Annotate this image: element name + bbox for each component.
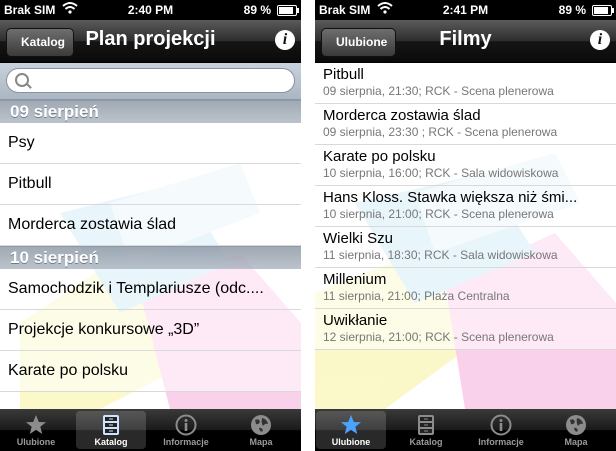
navigation-bar: Ulubione Filmy i	[315, 20, 616, 63]
list-item[interactable]: Morderca zostawia ślad	[0, 205, 301, 246]
films-container: Pitbull 09 sierpnia, 21:30; RCK - Scena p…	[315, 63, 616, 350]
search-icon	[15, 73, 29, 87]
tab-label: Ulubione	[331, 437, 371, 447]
film-title: Millenium	[323, 271, 387, 288]
tab-label: Mapa	[564, 437, 588, 447]
film-title: Pitbull	[323, 66, 364, 83]
film-row[interactable]: Karate po polsku 10 sierpnia, 16:00; RCK …	[315, 145, 616, 186]
star-icon	[340, 414, 362, 436]
tab-bar: Ulubione Katalog Informacje Mapa	[0, 409, 301, 451]
tab-mapa[interactable]: Mapa	[226, 411, 296, 449]
status-bar: Brak SIM 2:40 PM 89 %	[0, 0, 301, 20]
films-list[interactable]: Pitbull 09 sierpnia, 21:30; RCK - Scena p…	[315, 63, 616, 409]
film-row[interactable]: Wielki Szu 11 sierpnia, 18:30; RCK - Sala…	[315, 227, 616, 268]
list-item[interactable]: Projekcje konkursowe „3D”	[0, 310, 301, 351]
info-icon	[490, 414, 512, 436]
battery-fill	[279, 7, 293, 14]
search-input[interactable]	[6, 68, 295, 93]
film-details: 10 sierpnia, 16:00; RCK - Sala widowisko…	[323, 166, 559, 180]
info-icon	[175, 414, 197, 436]
schedule-list[interactable]: 09 sierpień Psy Pitbull Morderca zostawia ś…	[0, 63, 301, 409]
film-details: 11 sierpnia, 18:30; RCK - Sala widowisko…	[323, 248, 558, 262]
star-icon	[25, 414, 47, 436]
battery-percent: 89 %	[243, 3, 271, 17]
tab-ulubione[interactable]: Ulubione	[316, 411, 386, 449]
film-title: Wielki Szu	[323, 230, 394, 247]
film-row[interactable]: Pitbull 09 sierpnia, 21:30; RCK - Scena p…	[315, 63, 616, 104]
tab-bar: Ulubione Katalog Informacje Mapa	[315, 409, 616, 451]
tab-label: Mapa	[249, 437, 273, 447]
file-cabinet-icon	[415, 414, 437, 436]
status-bar: Brak SIM 2:41 PM 89 %	[315, 0, 616, 20]
file-cabinet-icon	[100, 414, 122, 436]
film-details: 11 sierpnia, 21:00; Plaża Centralna	[323, 289, 510, 303]
globe-icon	[250, 414, 272, 436]
film-title: Morderca zostawia ślad	[323, 107, 481, 124]
tab-label: Informacje	[478, 437, 524, 447]
film-details: 10 sierpnia, 21:00; RCK - Scena plenerow…	[323, 207, 554, 221]
info-icon[interactable]: i	[590, 30, 610, 50]
tab-label: Ulubione	[16, 437, 56, 447]
film-row[interactable]: Uwikłanie 12 sierpnia, 21:00; RCK - Scena…	[315, 309, 616, 350]
list-item[interactable]: Pitbull	[0, 164, 301, 205]
page-title: Filmy	[439, 28, 492, 50]
tab-informacje[interactable]: Informacje	[151, 411, 221, 449]
search-bar	[0, 63, 301, 100]
tab-katalog[interactable]: Katalog	[76, 411, 146, 449]
tab-informacje[interactable]: Informacje	[466, 411, 536, 449]
tab-ulubione[interactable]: Ulubione	[1, 411, 71, 449]
tab-label: Informacje	[163, 437, 209, 447]
battery-fill	[594, 7, 608, 14]
phone-screen-films: Brak SIM 2:41 PM 89 % Ulubione Filmy i P…	[315, 0, 616, 451]
list-item[interactable]: Samochodzik i Templariusze (odc....	[0, 269, 301, 310]
page-title: Plan projekcji	[85, 28, 216, 50]
film-title: Uwikłanie	[323, 312, 388, 329]
film-row[interactable]: Morderca zostawia ślad 09 sierpnia, 23:30…	[315, 104, 616, 145]
film-title: Hans Kloss. Stawka większa niż śmi...	[323, 189, 578, 206]
film-title: Karate po polsku	[323, 148, 436, 165]
battery-icon	[592, 5, 614, 16]
navigation-bar: Katalog Plan projekcji i	[0, 20, 301, 63]
section-header: 10 sierpień	[0, 246, 301, 269]
list-item[interactable]: Karate po polsku	[0, 351, 301, 392]
screenshot-pair: Brak SIM 2:40 PM 89 % Katalog Plan proje…	[0, 0, 616, 451]
globe-icon	[565, 414, 587, 436]
tab-label: Katalog	[94, 437, 128, 447]
info-icon[interactable]: i	[275, 30, 295, 50]
list-item[interactable]: Psy	[0, 123, 301, 164]
tab-katalog[interactable]: Katalog	[391, 411, 461, 449]
film-details: 09 sierpnia, 21:30; RCK - Scena plenerow…	[323, 84, 554, 98]
list-body: 09 sierpień Psy Pitbull Morderca zostawia ś…	[0, 63, 301, 392]
battery-icon	[277, 5, 299, 16]
film-details: 09 sierpnia, 23:30 ; RCK - Scena plenero…	[323, 125, 558, 139]
tab-label: Katalog	[409, 437, 443, 447]
section-header: 09 sierpień	[0, 100, 301, 123]
tab-mapa[interactable]: Mapa	[541, 411, 611, 449]
film-details: 12 sierpnia, 21:00; RCK - Scena plenerow…	[323, 330, 554, 344]
phone-screen-plan: Brak SIM 2:40 PM 89 % Katalog Plan proje…	[0, 0, 301, 451]
battery-percent: 89 %	[558, 3, 586, 17]
film-row[interactable]: Hans Kloss. Stawka większa niż śmi... 10 …	[315, 186, 616, 227]
sections-container: 09 sierpień Psy Pitbull Morderca zostawia ś…	[0, 100, 301, 392]
film-row[interactable]: Millenium 11 sierpnia, 21:00; Plaża Centr…	[315, 268, 616, 309]
